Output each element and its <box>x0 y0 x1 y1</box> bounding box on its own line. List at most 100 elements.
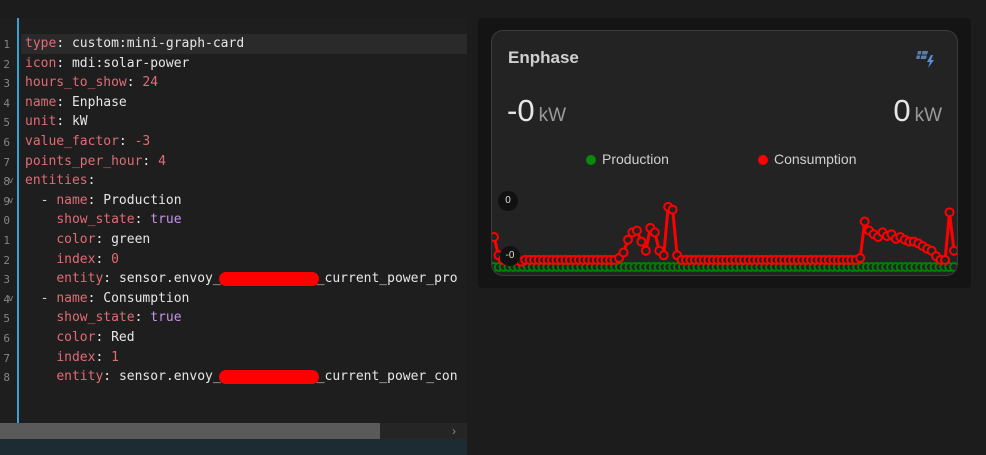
yaml-key: entities <box>25 173 88 189</box>
yaml-colon: : <box>95 251 112 267</box>
state-production: -0 kW <box>507 93 566 129</box>
yaml-colon: : <box>134 310 151 326</box>
yaml-value: -3 <box>134 133 151 149</box>
bound-bottom-label: -0 <box>500 246 520 266</box>
yaml-colon: : <box>56 114 72 130</box>
legend-consumption[interactable]: Consumption <box>758 151 857 167</box>
horizontal-scrollbar-thumb[interactable] <box>0 423 380 439</box>
legend-consumption-dot <box>758 155 768 165</box>
code-line[interactable]: value_factor: -3 <box>25 132 467 152</box>
point-consumption <box>658 250 669 261</box>
code-line[interactable]: entities: <box>25 171 467 191</box>
legend-production-dot <box>586 155 596 165</box>
yaml-key: name <box>56 192 88 208</box>
yaml-value: 0 <box>111 251 119 267</box>
yaml-key: type <box>25 36 57 51</box>
code-line[interactable]: index: 0 <box>25 250 467 270</box>
code-line[interactable]: show_state: true <box>25 308 467 328</box>
graph <box>492 201 957 272</box>
fold-chevron-icon[interactable]: v <box>8 176 13 186</box>
yaml-colon: : <box>87 290 104 306</box>
yaml-colon: : <box>103 271 119 287</box>
yaml-key: show_state <box>56 310 135 326</box>
yaml-colon: : <box>87 173 96 189</box>
code-line[interactable]: icon: mdi:solar-power <box>25 54 467 74</box>
yaml-key: hours_to_show <box>25 75 127 91</box>
line-number: 0 <box>3 214 10 228</box>
code-line[interactable]: color: Red <box>25 328 467 348</box>
legend-production-label: Production <box>602 151 669 167</box>
legend-production[interactable]: Production <box>586 151 669 167</box>
code-line[interactable]: show_state: true <box>25 210 467 230</box>
yaml-value: _current_power_pro <box>316 271 458 287</box>
code-line[interactable]: unit: kW <box>25 112 467 132</box>
yaml-value: custom:mini-graph-card <box>71 36 245 51</box>
yaml-colon: : <box>87 192 104 208</box>
fold-chevron-icon[interactable]: v <box>8 294 13 304</box>
code-area[interactable]: type: custom:mini-graph-card icon: mdi:so… <box>21 34 467 387</box>
yaml-value: sensor.envoy_ <box>118 271 221 287</box>
line-number: 8 <box>3 371 10 385</box>
yaml-value: green <box>111 231 151 247</box>
point-consumption <box>636 236 647 247</box>
point-consumption <box>667 204 678 215</box>
yaml-key: index <box>56 349 96 365</box>
yaml-value: true <box>150 212 182 228</box>
yaml-colon: : <box>118 133 135 149</box>
mini-graph-card[interactable]: Enphase -0 kW 0 kW Production Consumption … <box>491 30 958 276</box>
solar-power-icon <box>916 50 934 68</box>
fold-chevron-icon[interactable]: v <box>8 196 13 206</box>
line-number: 2 <box>3 253 10 267</box>
code-line[interactable]: - name: Consumption <box>25 289 467 309</box>
code-line[interactable]: name: Enphase <box>25 93 467 113</box>
yaml-key: entity <box>56 369 104 385</box>
point-production <box>949 262 957 272</box>
yaml-key: index <box>56 251 96 267</box>
legend-consumption-label: Consumption <box>774 151 857 167</box>
yaml-colon: : <box>142 153 159 169</box>
line-number: 5 <box>3 116 10 130</box>
line-gutter: 12345678v9v01234v5678 <box>0 18 17 423</box>
code-indent: - <box>25 290 57 306</box>
yaml-colon: : <box>56 94 72 110</box>
yaml-editor[interactable]: 12345678v9v01234v5678 type: custom:mini-… <box>0 18 467 455</box>
yaml-value: Production <box>103 192 182 208</box>
yaml-key: entity <box>56 271 104 287</box>
code-line[interactable]: color: green <box>25 230 467 250</box>
yaml-colon: : <box>95 329 112 345</box>
yaml-key: icon <box>25 55 57 71</box>
point-consumption <box>492 232 499 242</box>
yaml-value: Consumption <box>103 290 190 306</box>
scroll-right-icon[interactable]: › <box>452 424 456 438</box>
code-line[interactable]: index: 1 <box>25 348 467 368</box>
state-consumption-unit: kW <box>914 105 942 126</box>
redaction-mark <box>218 271 319 286</box>
yaml-colon: : <box>103 369 119 385</box>
bound-top-label: 0 <box>498 191 518 211</box>
code-line[interactable]: entity: sensor.envoy_ _current_power_con <box>25 367 467 387</box>
yaml-key: name <box>25 94 57 110</box>
code-line[interactable]: - name: Production <box>25 191 467 211</box>
code-line[interactable]: points_per_hour: 4 <box>25 152 467 172</box>
line-number: 6 <box>3 332 10 345</box>
yaml-key: unit <box>25 114 57 130</box>
code-line[interactable]: entity: sensor.envoy_ _current_power_pro <box>25 269 467 289</box>
point-consumption <box>944 207 955 218</box>
yaml-key: color <box>56 329 96 345</box>
yaml-value: sensor.envoy_ <box>118 369 221 385</box>
yaml-colon: : <box>126 75 143 91</box>
code-line[interactable]: hours_to_show: 24 <box>25 73 467 93</box>
yaml-value: mdi:solar-power <box>71 55 190 71</box>
point-consumption <box>949 245 957 256</box>
yaml-colon: : <box>56 55 72 71</box>
yaml-value: 24 <box>142 75 159 91</box>
yaml-value: 4 <box>158 153 166 169</box>
code-line[interactable]: type: custom:mini-graph-card <box>21 34 467 54</box>
yaml-key: color <box>56 231 96 247</box>
